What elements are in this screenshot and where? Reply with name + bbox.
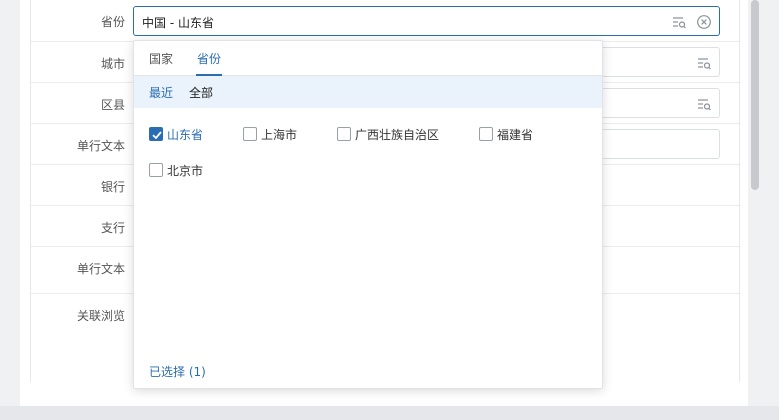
clear-circle-icon[interactable] — [696, 14, 712, 30]
checkbox[interactable] — [337, 127, 351, 141]
selected-count-link[interactable]: 已选择 (1) — [149, 363, 206, 380]
subtab-recent[interactable]: 最近 — [149, 84, 173, 101]
option-label: 广西壮族自治区 — [355, 128, 440, 142]
province-picker-popup: 国家 省份 最近 全部 山东省 上海市 广西壮族自治区 福建省 北京市 已选择 … — [133, 40, 603, 389]
scrollbar[interactable] — [751, 0, 759, 190]
province-row: 省份 中国 - 山东省 — [31, 0, 741, 41]
checkbox[interactable] — [243, 127, 257, 141]
option-label: 福建省 — [497, 128, 534, 142]
province-field[interactable]: 中国 - 山东省 — [133, 6, 720, 36]
bottom-bar — [0, 406, 779, 420]
picker-subtabs: 最近 全部 — [134, 76, 602, 108]
county-label: 区县 — [100, 98, 125, 112]
option-label: 山东省 — [167, 128, 204, 142]
tab-province[interactable]: 省份 — [197, 50, 221, 67]
list-search-icon[interactable] — [696, 55, 712, 71]
checkbox[interactable] — [149, 127, 163, 141]
city-label: 城市 — [100, 57, 125, 71]
single-text-label-2: 单行文本 — [76, 262, 125, 276]
picker-tabs: 国家 省份 — [134, 41, 602, 76]
single-text-label-1: 单行文本 — [76, 139, 125, 153]
checkbox[interactable] — [479, 127, 493, 141]
province-value: 中国 - 山东省 — [142, 16, 214, 30]
related-browse-label: 关联浏览 — [76, 309, 125, 323]
branch-label: 支行 — [100, 221, 125, 235]
list-search-icon[interactable] — [696, 96, 712, 112]
bank-label: 银行 — [100, 180, 125, 194]
check-icon — [152, 131, 162, 140]
tab-country[interactable]: 国家 — [149, 50, 173, 67]
checkbox[interactable] — [149, 163, 163, 177]
province-label: 省份 — [100, 15, 125, 29]
list-search-icon[interactable] — [671, 14, 687, 30]
option-label: 上海市 — [261, 128, 298, 142]
option-label: 北京市 — [167, 164, 204, 178]
subtab-all[interactable]: 全部 — [189, 84, 213, 101]
